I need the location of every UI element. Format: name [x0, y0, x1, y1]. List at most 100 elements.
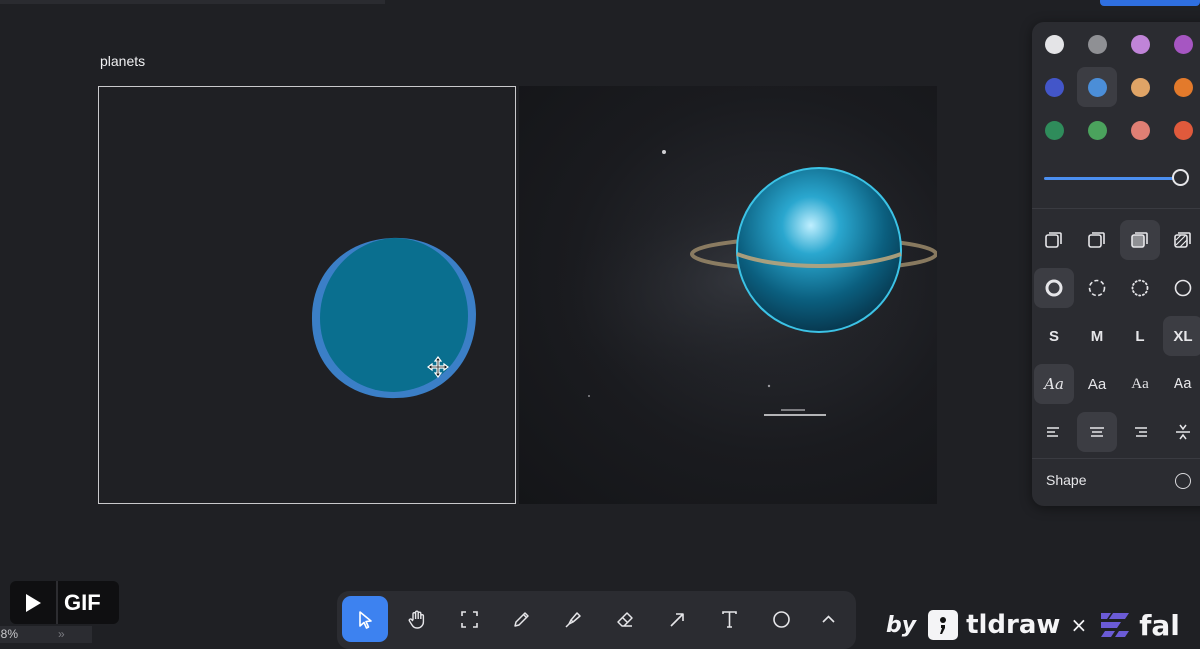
zoom-level[interactable]: 68% — [0, 627, 18, 641]
color-swatch[interactable] — [1120, 67, 1160, 107]
fill-semi-button[interactable] — [1077, 220, 1117, 260]
frame-tool[interactable] — [446, 596, 492, 642]
align-right-button[interactable] — [1120, 412, 1160, 452]
fill-none-button[interactable] — [1034, 220, 1074, 260]
eraser-tool[interactable] — [602, 596, 648, 642]
color-swatch[interactable] — [1034, 67, 1074, 107]
ellipse-tool[interactable] — [758, 596, 804, 642]
color-dot — [1087, 34, 1107, 54]
color-dot — [1173, 34, 1193, 54]
badge-separator — [56, 581, 58, 624]
chevron-up-icon — [821, 614, 835, 623]
font-serif-button[interactable]: Aa — [1120, 364, 1160, 404]
dash-dashed-icon — [1088, 279, 1106, 297]
dash-dotted-button[interactable] — [1120, 268, 1160, 308]
color-swatch[interactable] — [1034, 24, 1074, 64]
pencil-icon — [513, 611, 529, 627]
color-dot — [1044, 34, 1064, 54]
dash-dashed-button[interactable] — [1077, 268, 1117, 308]
ellipse-icon — [772, 610, 790, 628]
branding-partner: fal — [1139, 608, 1180, 642]
arrow-tool[interactable] — [654, 596, 700, 642]
fal-logo-icon — [1101, 613, 1130, 637]
color-dot — [1087, 77, 1107, 97]
move-cursor-icon — [427, 356, 449, 378]
pointer-icon — [358, 610, 372, 629]
color-dot — [1173, 120, 1193, 140]
align-center-icon — [1090, 427, 1104, 437]
color-dot — [1130, 120, 1150, 140]
gif-badge[interactable]: GIF — [10, 581, 119, 624]
text-icon — [721, 610, 737, 628]
style-panel: S M L XL Aa Aa Aa Aa Shape — [1032, 22, 1200, 506]
eraser-icon — [616, 611, 633, 627]
color-swatch[interactable] — [1120, 24, 1160, 64]
opacity-slider-track[interactable] — [1044, 177, 1184, 180]
color-swatch[interactable] — [1077, 24, 1117, 64]
frame-label[interactable]: planets — [100, 53, 145, 69]
branding-times: × — [1070, 613, 1088, 637]
hand-tool[interactable] — [394, 596, 440, 642]
divider — [1032, 208, 1200, 209]
size-button-m[interactable]: M — [1077, 316, 1117, 356]
size-button-l[interactable]: L — [1120, 316, 1160, 356]
divider — [1032, 458, 1200, 459]
more-tools-button[interactable] — [808, 596, 848, 642]
color-swatch[interactable] — [1163, 24, 1200, 64]
fill-pattern-icon — [1174, 232, 1191, 248]
gif-label: GIF — [64, 590, 101, 615]
branding-tldraw: tldraw — [966, 610, 1061, 640]
top-url-bar-remnant — [0, 0, 385, 4]
size-button-s[interactable]: S — [1034, 316, 1074, 356]
draw-tool[interactable] — [498, 596, 544, 642]
color-swatch[interactable] — [1163, 67, 1200, 107]
drawn-circle[interactable] — [308, 234, 480, 402]
align-left-button[interactable] — [1034, 412, 1074, 452]
arrow-icon — [669, 612, 684, 627]
planet-illustration — [542, 150, 937, 416]
highlighter-tool[interactable] — [550, 596, 596, 642]
font-mono-button[interactable]: Aa — [1163, 364, 1200, 404]
text-tool[interactable] — [706, 596, 752, 642]
fill-pattern-button[interactable] — [1163, 220, 1200, 260]
color-swatch[interactable] — [1034, 110, 1074, 150]
dash-draw-button[interactable] — [1034, 268, 1074, 308]
tldraw-logo-icon — [928, 610, 959, 640]
align-center-button[interactable] — [1077, 412, 1117, 452]
play-icon[interactable] — [10, 581, 56, 624]
expand-chevrons-icon[interactable]: » — [58, 627, 65, 641]
color-swatch[interactable] — [1077, 110, 1117, 150]
color-swatch[interactable] — [1077, 67, 1117, 107]
share-button[interactable] — [1100, 0, 1200, 6]
color-dot — [1173, 77, 1193, 97]
shape-geo-ellipse-icon[interactable] — [1175, 473, 1191, 489]
color-dot — [1130, 34, 1150, 54]
generated-planet-image[interactable] — [519, 86, 937, 504]
highlighter-icon — [564, 611, 581, 628]
color-dot — [1044, 120, 1064, 140]
vertical-align-middle-icon — [1176, 424, 1190, 440]
color-dot — [1130, 77, 1150, 97]
font-draw-button[interactable]: Aa — [1034, 364, 1074, 404]
fill-solid-button[interactable] — [1120, 220, 1160, 260]
color-dot — [1044, 77, 1064, 97]
color-swatch[interactable] — [1163, 110, 1200, 150]
dash-dotted-icon — [1131, 279, 1149, 297]
color-dot — [1087, 120, 1107, 140]
branding-by: by — [886, 612, 917, 638]
dash-solid-button[interactable] — [1163, 268, 1200, 308]
zoom-indicator[interactable]: 68% » — [0, 626, 92, 643]
opacity-slider-thumb[interactable] — [1172, 169, 1189, 186]
shape-label: Shape — [1046, 472, 1087, 488]
fill-none-icon — [1045, 232, 1062, 248]
align-right-icon — [1135, 427, 1147, 437]
size-button-xl[interactable]: XL — [1163, 316, 1200, 356]
color-swatch[interactable] — [1120, 110, 1160, 150]
dash-solid-icon — [1174, 279, 1192, 297]
select-tool[interactable] — [342, 596, 388, 642]
vertical-align-button[interactable] — [1163, 412, 1200, 452]
fill-semi-icon — [1088, 232, 1105, 248]
fill-solid-icon — [1131, 232, 1148, 248]
hand-icon — [408, 610, 424, 629]
font-sans-button[interactable]: Aa — [1077, 364, 1117, 404]
